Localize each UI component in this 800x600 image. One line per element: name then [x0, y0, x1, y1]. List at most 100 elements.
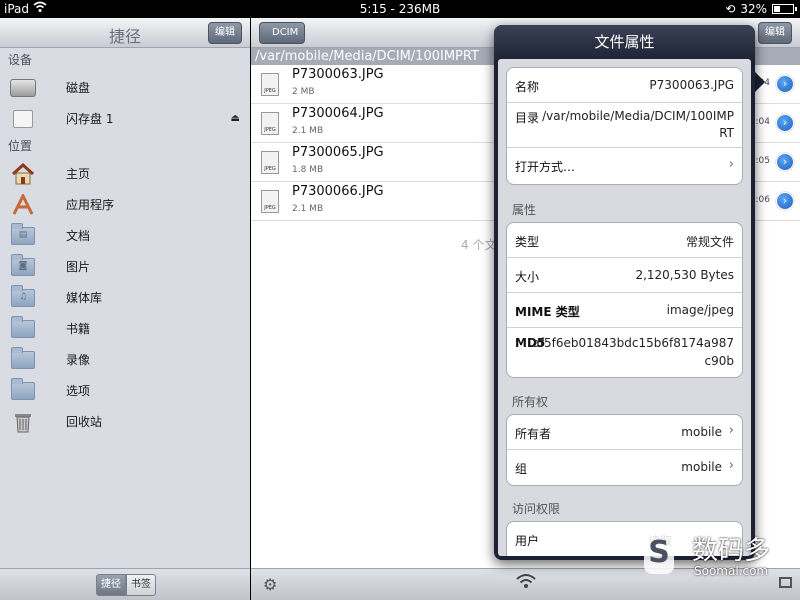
soomal-logo-icon: S: [644, 534, 674, 574]
chevron-right-icon: ›: [728, 157, 734, 172]
folder-icon: [0, 315, 46, 338]
sidebar-item-label: 选项: [66, 384, 91, 398]
file-name: P7300066.JPG: [292, 184, 384, 199]
md5-value-line1: af5f6eb01843bdc15b6f8174a987: [532, 336, 734, 350]
wifi-icon[interactable]: [516, 573, 536, 593]
home-icon: [0, 162, 46, 185]
type-cell: 类型 常规文件: [507, 223, 742, 258]
open-with-label: 打开方式…: [515, 160, 576, 174]
sidebar-edit-button[interactable]: 编辑: [208, 22, 242, 44]
sidebar: 捷径 编辑 设备 磁盘 闪存盘 1 ⏏ 位置 主页 应用程序 ▤ 文档 ◙ 图片…: [0, 18, 250, 600]
sidebar-item-videos[interactable]: 录像: [0, 344, 250, 375]
chevron-right-icon: ›: [728, 458, 734, 473]
sidebar-item-label: 媒体库: [66, 291, 103, 305]
file-name: P7300064.JPG: [292, 106, 384, 121]
status-right: ⟲ 32%: [725, 2, 797, 16]
mime-value: image/jpeg: [666, 303, 734, 317]
access-header: 访问权限: [512, 502, 561, 516]
ownership-header: 所有权: [512, 395, 549, 409]
disclosure-icon[interactable]: ›: [776, 75, 794, 93]
group-key: 组: [515, 462, 528, 476]
sidebar-item-label: 主页: [66, 167, 91, 181]
dir-value-line1: /var/mobile/Media/DCIM/100IMP: [542, 109, 734, 123]
popover-title: 文件属性: [494, 25, 755, 59]
file-size: 2.1 MB: [292, 126, 324, 136]
file-time: :04: [755, 117, 770, 127]
owner-key: 所有者: [515, 427, 552, 441]
hard-disk-icon: [0, 78, 46, 97]
music-folder-icon: ♫: [0, 284, 46, 307]
dir-key: 目录: [515, 111, 540, 125]
disclosure-icon[interactable]: ›: [776, 192, 794, 210]
tab-shortcuts[interactable]: 捷径: [96, 574, 126, 596]
back-button[interactable]: DCIM: [259, 22, 306, 44]
dir-cell: 目录 /var/mobile/Media/DCIM/100IMP RT: [507, 103, 742, 148]
sidebar-item-trash[interactable]: 回收站: [0, 406, 250, 437]
sidebar-item-flash[interactable]: 闪存盘 1 ⏏: [0, 103, 250, 134]
attributes-header: 属性: [512, 203, 537, 217]
sidebar-item-applications[interactable]: 应用程序: [0, 189, 250, 220]
folder-icon: [0, 377, 46, 400]
file-time: :06: [755, 195, 770, 205]
jpeg-file-icon: [261, 190, 279, 213]
dir-value-line2: RT: [719, 126, 734, 140]
sidebar-item-label: 应用程序: [66, 198, 115, 212]
sidebar-item-media[interactable]: ♫ 媒体库: [0, 282, 250, 313]
mime-cell: MIME 类型 image/jpeg: [507, 293, 742, 328]
sidebar-item-books[interactable]: 书籍: [0, 313, 250, 344]
sidebar-item-label: 书籍: [66, 322, 91, 336]
file-size: 2.1 MB: [292, 204, 324, 214]
type-value: 常规文件: [685, 235, 734, 249]
file-name: P7300063.JPG: [292, 67, 384, 82]
devices-header: 设备: [8, 53, 33, 67]
group-cell[interactable]: 组 mobile ›: [507, 450, 742, 485]
open-with-cell[interactable]: 打开方式… ›: [507, 148, 742, 184]
sidebar-item-label: 图片: [66, 260, 91, 274]
sidebar-item-label: 录像: [66, 353, 91, 367]
applications-icon: [0, 193, 46, 216]
trash-icon: [0, 411, 46, 433]
eject-icon[interactable]: ⏏: [231, 113, 240, 124]
segmented-control: 捷径 书签: [96, 574, 156, 596]
sidebar-item-pictures[interactable]: ◙ 图片: [0, 251, 250, 282]
sidebar-item-options[interactable]: 选项: [0, 375, 250, 406]
file-size: 2 MB: [292, 87, 315, 97]
type-key: 类型: [515, 235, 540, 249]
jpeg-file-icon: [261, 112, 279, 135]
disclosure-icon[interactable]: ›: [776, 114, 794, 132]
file-properties-popover: 文件属性 名称 P7300063.JPG 目录 /var/mobile/Medi…: [494, 25, 755, 560]
owner-cell[interactable]: 所有者 mobile ›: [507, 415, 742, 450]
watermark-cn: 数码多: [692, 536, 771, 566]
attributes-group: 类型 常规文件 大小 2,120,530 Bytes MIME 类型 image…: [506, 222, 743, 378]
jpeg-file-icon: [261, 151, 279, 174]
size-key: 大小: [515, 270, 540, 284]
md5-value-line2: c90b: [704, 354, 734, 368]
file-size: 1.8 MB: [292, 165, 324, 175]
sidebar-item-label: 磁盘: [66, 81, 91, 95]
popover-body: 名称 P7300063.JPG 目录 /var/mobile/Media/DCI…: [498, 59, 751, 556]
battery-icon: [772, 4, 797, 14]
documents-folder-icon: ▤: [0, 222, 46, 245]
tab-bookmarks[interactable]: 书签: [126, 574, 156, 596]
sidebar-item-label: 文档: [66, 229, 91, 243]
chevron-right-icon: ›: [728, 423, 734, 438]
main-edit-button[interactable]: 编辑: [758, 22, 792, 44]
size-cell: 大小 2,120,530 Bytes: [507, 258, 742, 293]
disclosure-icon[interactable]: ›: [776, 153, 794, 171]
owner-value: mobile: [681, 425, 722, 439]
battery-percent: 32%: [740, 2, 767, 16]
places-header: 位置: [8, 139, 33, 153]
jpeg-file-icon: [261, 73, 279, 96]
sidebar-item-disk[interactable]: 磁盘: [0, 72, 250, 103]
name-cell: 名称 P7300063.JPG: [507, 68, 742, 103]
mime-key: MIME 类型: [515, 305, 580, 319]
flash-drive-icon: [0, 109, 46, 128]
time-memory: 5:15 - 236MB: [359, 2, 441, 16]
gear-icon[interactable]: ⚙: [263, 575, 277, 594]
pictures-folder-icon: ◙: [0, 253, 46, 276]
sidebar-item-home[interactable]: 主页: [0, 158, 250, 189]
watermark-en: Soomal.com: [694, 564, 769, 578]
ownership-group: 所有者 mobile › 组 mobile ›: [506, 414, 743, 486]
sidebar-item-documents[interactable]: ▤ 文档: [0, 220, 250, 251]
size-value: 2,120,530 Bytes: [635, 268, 734, 282]
